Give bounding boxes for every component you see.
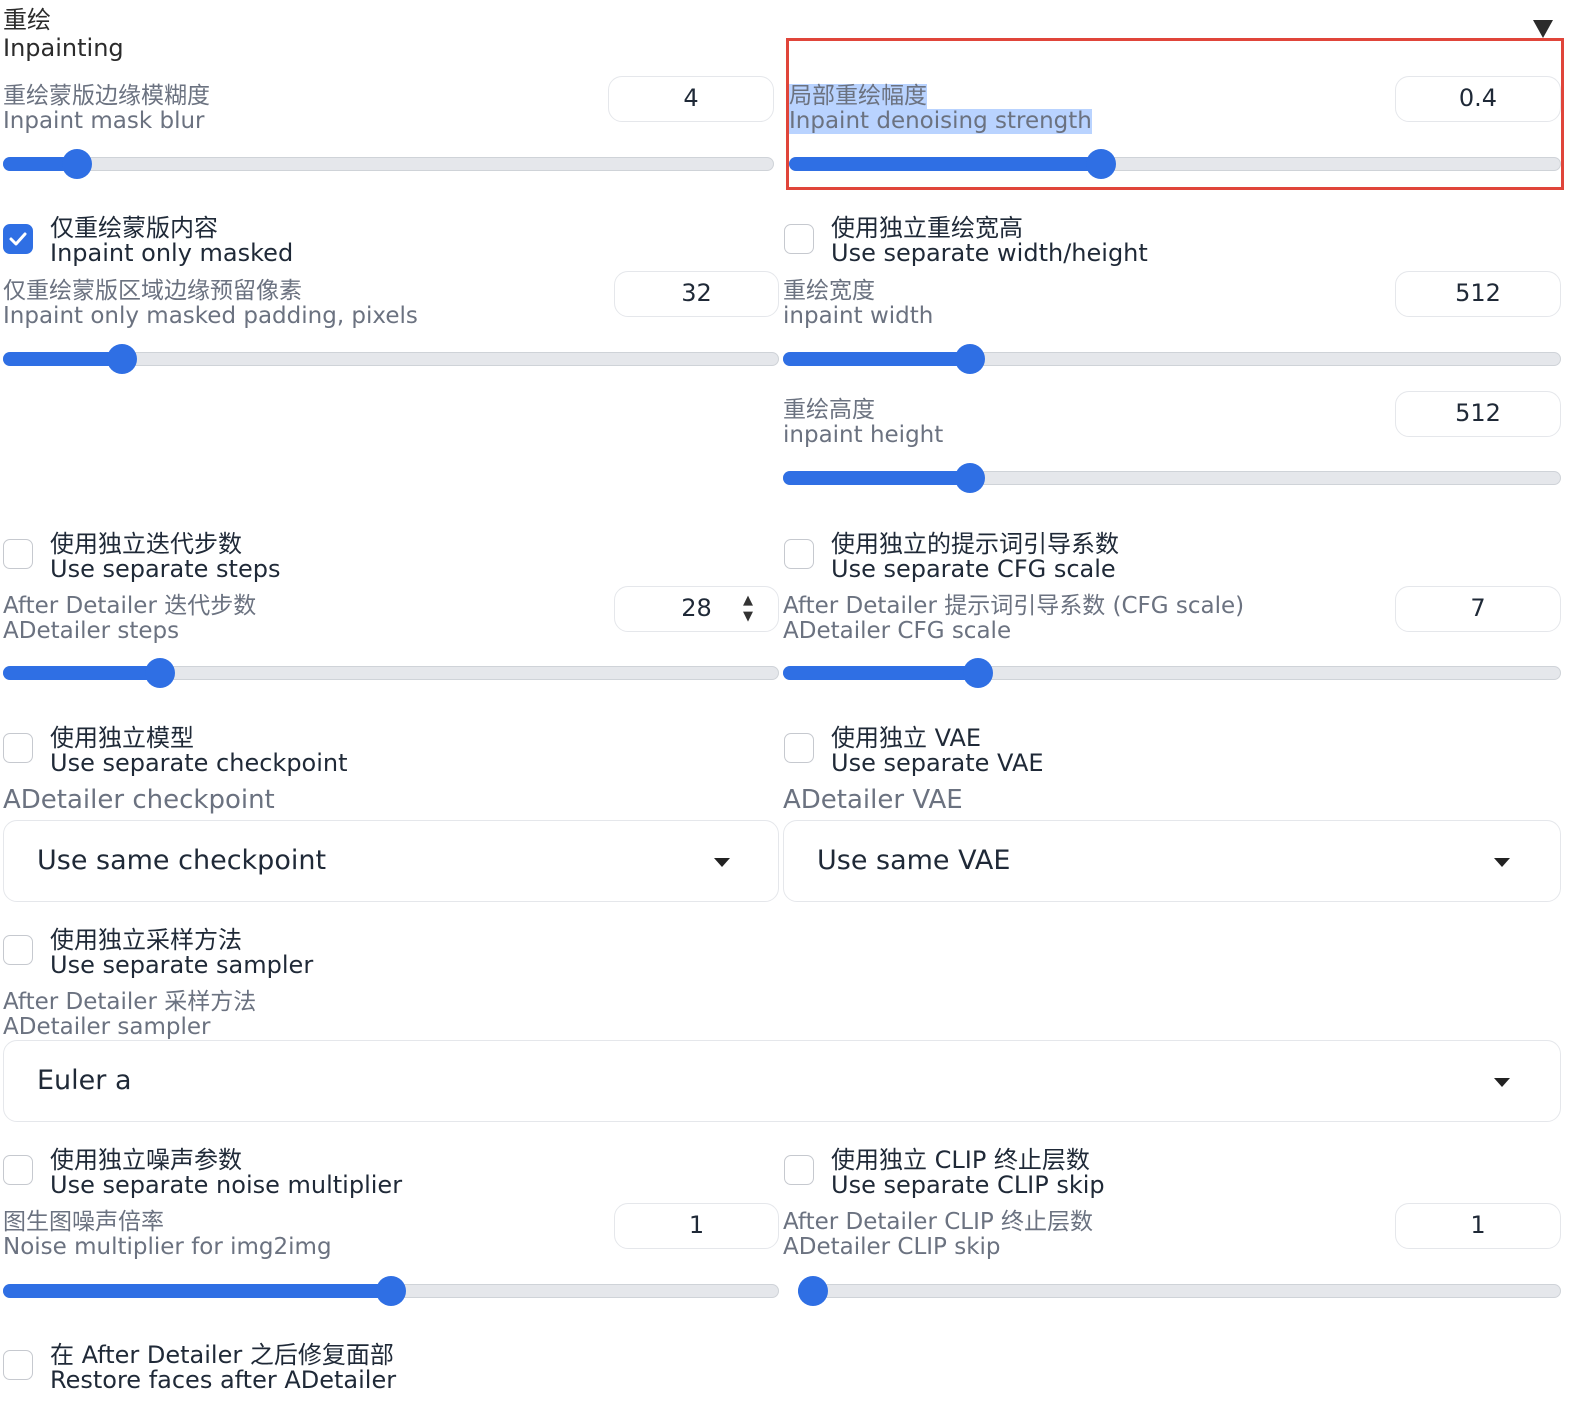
restore-faces-label: 在 After Detailer 之后修复面部 Restore faces af… [50,1341,397,1394]
mask-blur-slider[interactable] [3,149,774,179]
separate-clip-label: 使用独立 CLIP 终止层数 Use separate CLIP skip [831,1146,1105,1199]
highlight-box [786,38,1564,190]
inpaint-height-label: 重绘高度 inpaint height [783,397,944,448]
sampler-label: After Detailer 采样方法 ADetailer sampler [3,989,257,1040]
mask-blur-label: 重绘蒙版边缘模糊度 Inpaint mask blur [3,83,210,134]
clip-slider[interactable] [798,1276,1561,1306]
section-title: 重绘 Inpainting [3,6,124,62]
clip-input[interactable]: 1 [1395,1203,1561,1249]
vae-label: ADetailer VAE [783,785,963,815]
separate-steps-checkbox[interactable] [3,539,33,569]
padding-label: 仅重绘蒙版区域边缘预留像素 Inpaint only masked paddin… [3,278,418,329]
slider-thumb[interactable] [955,463,986,493]
only-masked-checkbox[interactable] [3,224,33,254]
separate-sampler-label: 使用独立采样方法 Use separate sampler [50,926,314,979]
cfg-slider[interactable] [783,658,1561,688]
separate-vae-checkbox[interactable] [784,733,814,763]
noise-label: 图生图噪声倍率 Noise multiplier for img2img [3,1209,332,1260]
inpaint-height-slider[interactable] [783,463,1561,493]
slider-thumb[interactable] [107,344,138,374]
separate-vae-label: 使用独立 VAE Use separate VAE [831,724,1044,777]
mask-blur-input[interactable]: 4 [608,76,774,122]
slider-thumb[interactable] [955,344,986,374]
inpaint-width-slider[interactable] [783,344,1561,374]
steps-input[interactable]: 28 ▲ ▼ [614,586,779,632]
sampler-dropdown[interactable]: Euler a [3,1040,1561,1122]
separate-cfg-label: 使用独立的提示词引导系数 Use separate CFG scale [831,530,1119,583]
spinner[interactable]: ▲ ▼ [736,593,760,625]
cfg-input[interactable]: 7 [1395,586,1561,632]
steps-slider[interactable] [3,658,779,688]
padding-slider[interactable] [3,344,779,374]
slider-thumb[interactable] [962,658,993,688]
separate-clip-checkbox[interactable] [784,1155,814,1185]
check-icon [9,232,27,246]
only-masked-label: 仅重绘蒙版内容 Inpaint only masked [50,214,294,267]
separate-sampler-checkbox[interactable] [3,935,33,965]
spin-up-icon[interactable]: ▲ [743,593,753,609]
chevron-down-icon [1494,858,1510,867]
separate-checkpoint-checkbox[interactable] [3,733,33,763]
inpaint-height-input[interactable]: 512 [1395,391,1561,437]
slider-thumb[interactable] [144,658,175,688]
checkpoint-label: ADetailer checkpoint [3,785,275,815]
padding-input[interactable]: 32 [614,271,779,317]
separate-cfg-checkbox[interactable] [784,539,814,569]
vae-dropdown[interactable]: Use same VAE [783,820,1561,902]
cfg-label: After Detailer 提示词引导系数 (CFG scale) ADeta… [783,593,1245,644]
inpaint-width-input[interactable]: 512 [1395,271,1561,317]
chevron-down-icon [1494,1078,1510,1087]
noise-input[interactable]: 1 [614,1203,779,1249]
slider-thumb[interactable] [798,1276,828,1306]
separate-checkpoint-label: 使用独立模型 Use separate checkpoint [50,724,348,777]
separate-steps-label: 使用独立迭代步数 Use separate steps [50,530,281,583]
separate-noise-label: 使用独立噪声参数 Use separate noise multiplier [50,1146,403,1199]
separate-wh-label: 使用独立重绘宽高 Use separate width/height [831,214,1148,267]
chevron-down-icon [714,858,730,867]
restore-faces-checkbox[interactable] [3,1350,33,1380]
checkpoint-dropdown[interactable]: Use same checkpoint [3,820,779,902]
slider-thumb[interactable] [62,149,93,179]
noise-slider[interactable] [3,1276,779,1306]
triangle-down-icon[interactable] [1533,20,1553,38]
inpaint-width-label: 重绘宽度 inpaint width [783,278,934,329]
clip-label: After Detailer CLIP 终止层数 ADetailer CLIP … [783,1209,1094,1260]
section-title-zh: 重绘 [3,6,51,34]
separate-wh-checkbox[interactable] [784,224,814,254]
spin-down-icon[interactable]: ▼ [743,609,753,625]
section-title-en: Inpainting [3,34,124,62]
steps-label: After Detailer 迭代步数 ADetailer steps [3,593,257,644]
separate-noise-checkbox[interactable] [3,1155,33,1185]
slider-thumb[interactable] [376,1276,406,1306]
